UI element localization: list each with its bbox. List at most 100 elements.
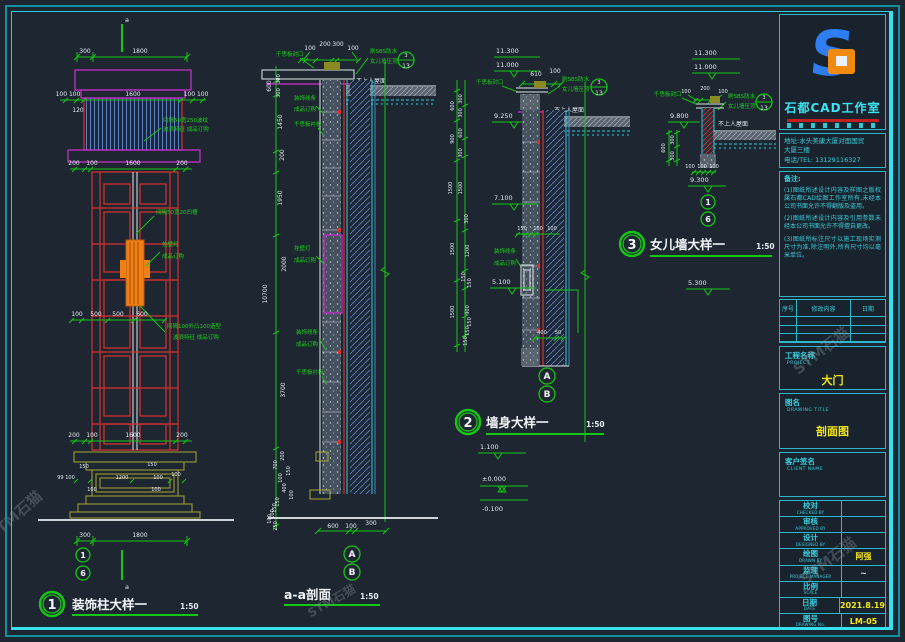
rev-cell xyxy=(797,334,851,342)
dim-label: 100 xyxy=(86,160,98,167)
dim-label: 100 xyxy=(549,68,561,75)
dim-label: 200 xyxy=(319,41,331,48)
dim-label: 600 xyxy=(450,101,456,111)
row-label: 绘图 xyxy=(780,550,841,558)
parapet-detail: 11.300 11.000 100 200 100 千思板封口 刷SBS防水 女… xyxy=(612,32,780,304)
axis-bubble-label: B xyxy=(349,568,356,578)
staff-row-date: 日期DATE 2021.8.19 xyxy=(780,598,885,614)
axis-bubbles: 1 6 xyxy=(76,548,90,580)
rev-cell xyxy=(797,317,851,325)
level-label: 7.100 xyxy=(494,194,513,202)
section-a-a: 100 200 300 100 千思板封口 刷SBS防水 女儿墙压顶 3 13 … xyxy=(238,22,443,620)
wall-lamp xyxy=(120,240,150,306)
project-label-en: PROJECT xyxy=(780,361,885,366)
rev-cell xyxy=(780,334,797,342)
dim-line-top: 300 1800 xyxy=(74,48,190,62)
dim-label: 200 xyxy=(280,451,286,461)
level-markers-top: 11.300 11.000 xyxy=(692,49,740,79)
staff-row-checked: 校对CHECKED BY xyxy=(780,501,885,517)
detail-title-text: 墙身大样一 xyxy=(486,415,549,430)
annotation: 不上人屋面 xyxy=(718,120,748,128)
dim-label: 300 xyxy=(79,532,91,539)
dim-label: 100 xyxy=(86,432,98,439)
level-label: 11.300 xyxy=(496,47,519,55)
drawing-title-label-en: DRAWING TITLE xyxy=(780,408,885,413)
annotation: 装饰线条 xyxy=(296,328,319,336)
annotation: 女儿墙压顶 xyxy=(370,57,398,65)
note-item: (3)图纸所标注尺寸以施工现场实测尺寸为准,除注明外,所有尺寸均以毫米单位。 xyxy=(784,236,881,259)
annotation: 千思板封口 xyxy=(476,78,504,86)
dim-label: 150 xyxy=(463,336,469,346)
dim-label: 100 xyxy=(697,164,707,170)
annotation: 刷SBS防水 xyxy=(562,75,590,83)
detail-title-text: 装饰柱大样一 xyxy=(71,597,148,612)
detail-ref-number: 3 xyxy=(597,80,600,86)
drawing-title-value: 剖面图 xyxy=(780,423,885,439)
dim-label: 100 xyxy=(681,89,691,95)
annotation: 千思板封口 xyxy=(276,50,304,58)
dim-label: 100 xyxy=(278,473,284,483)
level-label: 9.250 xyxy=(494,112,513,120)
staff-row-designed: 设计DESIGNED BY xyxy=(780,533,885,549)
dim-label: 150 xyxy=(467,317,473,327)
annotation: 间隔50宽20凹槽 xyxy=(156,208,198,216)
dim-label: 600 xyxy=(136,311,148,318)
section-marker-label: a xyxy=(125,16,129,24)
detail-ref-sheet: 13 xyxy=(760,105,768,112)
studio-name: 石都CAD工作室 xyxy=(780,99,885,116)
detail-scale: 1:50 xyxy=(180,602,199,611)
dim-label: 250 xyxy=(273,521,279,531)
axis-bubble-label: A xyxy=(349,550,356,560)
dim-label: 200 xyxy=(279,149,286,161)
axis-bubble-label: A xyxy=(544,372,551,382)
dim-label: 300 xyxy=(458,94,464,104)
detail-ref-number: 3 xyxy=(404,53,407,59)
dim-label: 200 xyxy=(700,86,710,92)
dim-label: 500 xyxy=(112,311,124,318)
dim-label: 100 xyxy=(685,164,695,170)
staff-row-approved: 审核APPROVED BY xyxy=(780,517,885,533)
axis-bubble-label: 6 xyxy=(80,569,86,578)
dim-label: 100 xyxy=(547,226,557,232)
dim-label: 600 xyxy=(661,143,667,153)
boundary-line-right xyxy=(381,62,389,522)
detail-title: 1 装饰柱大样一 1:50 xyxy=(40,592,199,616)
dim-label: 100 xyxy=(718,89,728,95)
dim-label: 120 xyxy=(72,107,84,114)
dim-chain-left: 600 300 300 900 600 300 1500 1500 300 15… xyxy=(448,80,473,352)
axis-bubbles: A B xyxy=(539,368,555,402)
row-label-en: APPROVED BY xyxy=(780,526,841,531)
row-label-en: CHECKED BY xyxy=(780,510,841,515)
notes-title: 备注: xyxy=(784,175,881,184)
axis-bubble-label: 1 xyxy=(80,551,86,560)
dim-label: 100 100 xyxy=(184,91,209,98)
logo-divider xyxy=(787,119,879,122)
dim-label: 200 xyxy=(176,160,188,167)
dim-label: 100 xyxy=(171,472,181,478)
row-value xyxy=(842,582,885,597)
dim-label: 1450 xyxy=(277,114,284,129)
detail-scale: 1:50 xyxy=(360,592,379,601)
drawing-title-box: 图名 DRAWING TITLE 剖面图 xyxy=(779,393,886,449)
cad-sheet: a 300 1800 100 100 1600 100 100 120 间隔50… xyxy=(0,0,905,642)
phone-line: 电话/TEL: 13129116327 xyxy=(784,156,881,165)
dim-label: 300 xyxy=(458,148,464,158)
dim-label: 150 xyxy=(517,226,527,232)
level-9800: 9.800 xyxy=(668,112,700,128)
row-label-en: SCALE xyxy=(780,590,841,595)
drawing-title-label: 图名 xyxy=(780,394,885,408)
logo-block-hole xyxy=(836,56,847,66)
studio-logo: S xyxy=(780,15,885,91)
dim-label: 1500 xyxy=(448,182,454,195)
detail-title: 2 墙身大样一 1:50 xyxy=(456,410,605,434)
roof-slab: 不上人屋面 xyxy=(714,120,776,148)
dim-label: 1600 xyxy=(125,432,140,439)
dim-label: 300 xyxy=(79,48,91,55)
axis-bubbles: A B xyxy=(344,546,360,580)
level-markers-bottom: 1.100 ±0.000 -0.100 xyxy=(478,443,528,513)
column-capital xyxy=(68,70,200,162)
row-label: 监理 xyxy=(780,567,841,575)
row-value: ~ xyxy=(842,566,885,581)
notes-box: 备注: (1)图纸所述设计内容及样图之版权属石都CAD绘图工作室所有,未经本公司… xyxy=(779,171,886,297)
dim-label: 1200 xyxy=(465,245,471,258)
